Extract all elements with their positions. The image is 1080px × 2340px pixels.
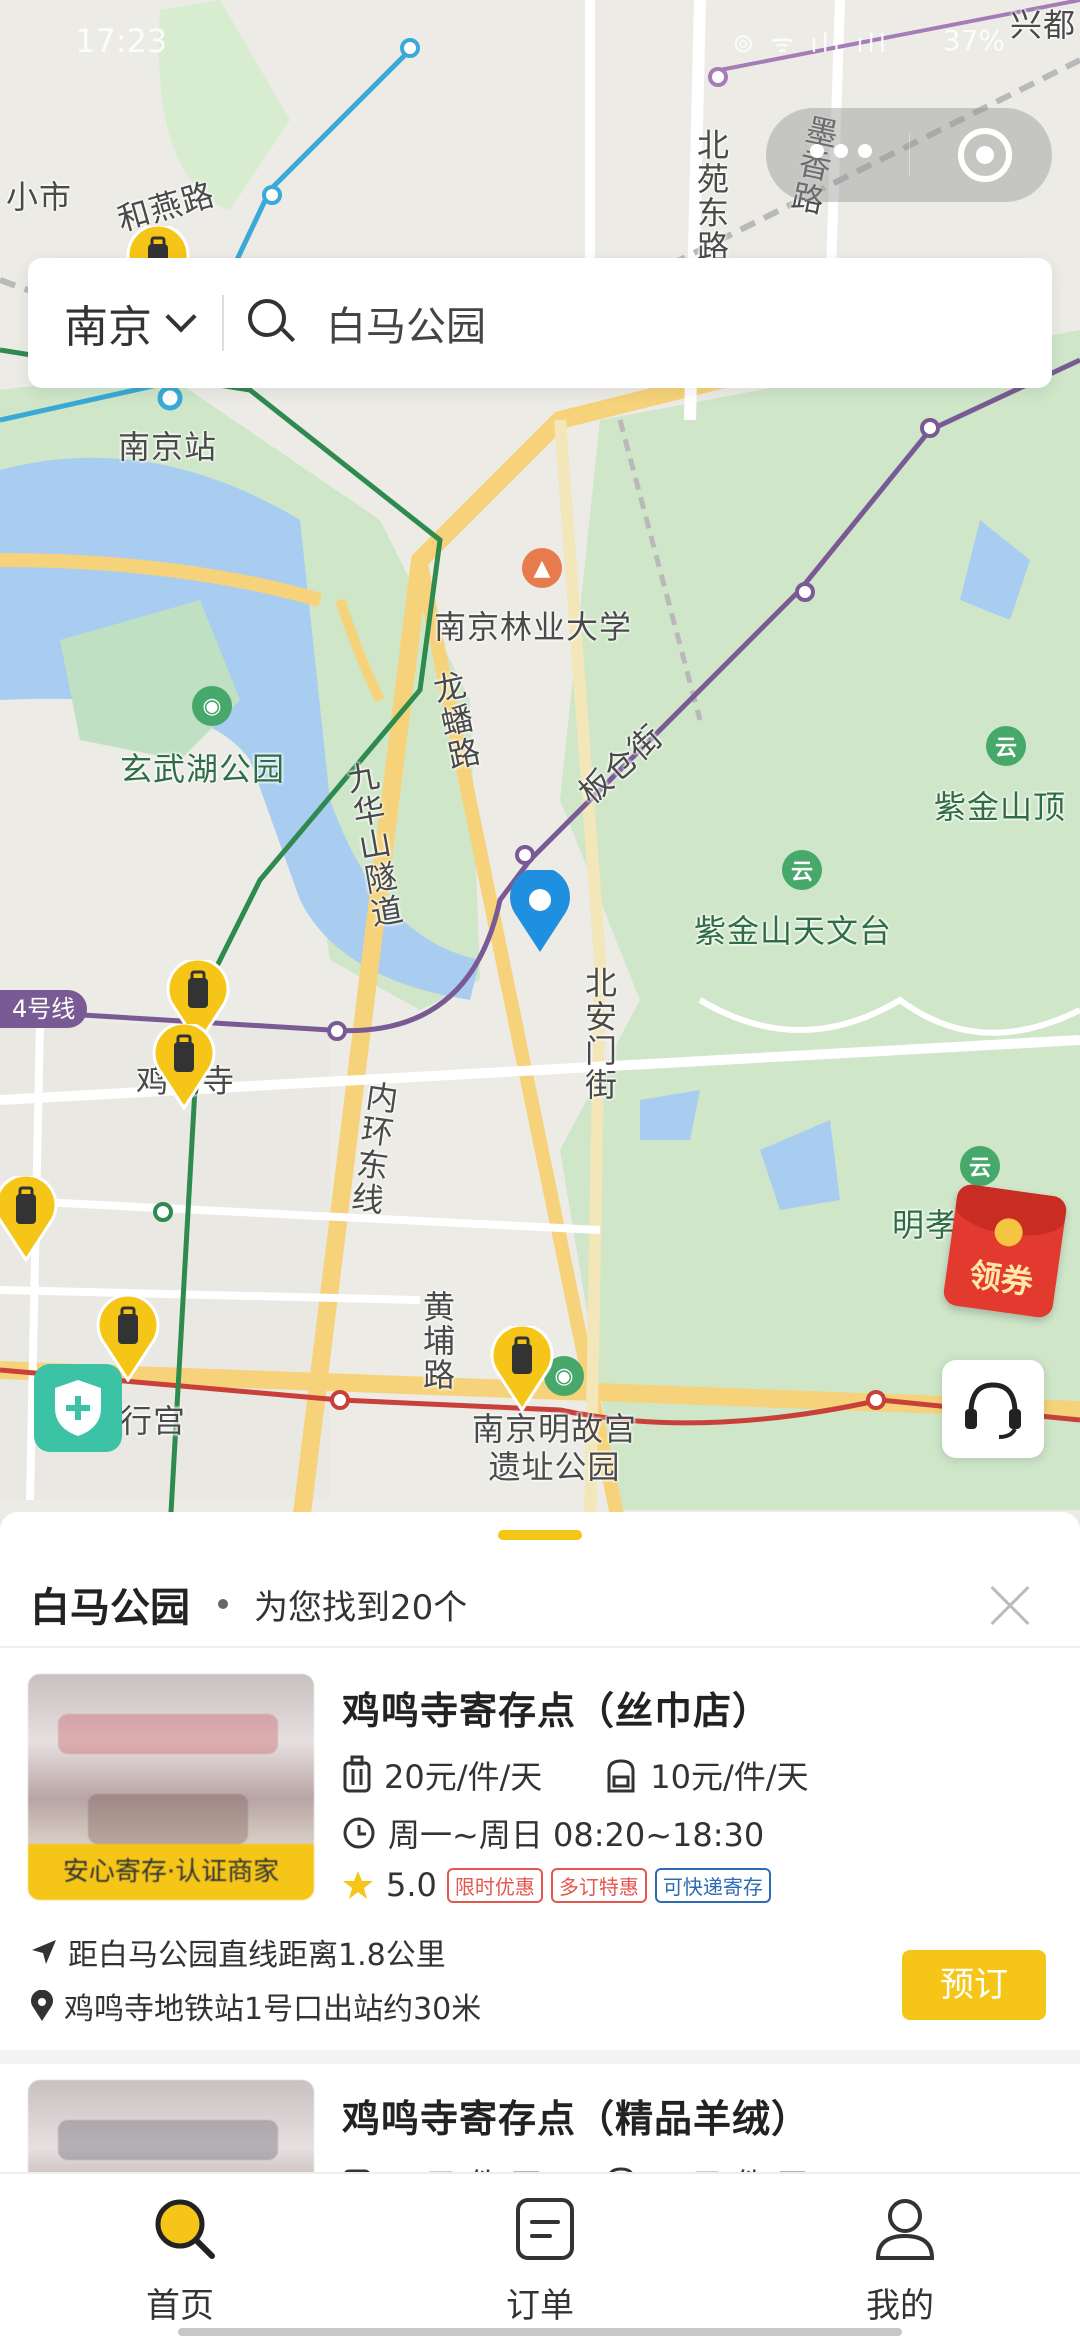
luggage-storage-pin[interactable] [152,1024,216,1110]
tab-mine[interactable]: 我的 [810,2196,990,2326]
city-selector[interactable]: 南京 [28,258,197,388]
scenic-spot-icon: 云 [782,850,822,890]
tab-home-label: 首页 [146,2286,214,2326]
park-icon: ◉ [192,686,232,726]
search-location-pin [510,870,570,952]
map-label: 小市 [6,178,73,216]
hours-row: 周一~周日 08:20~18:30 [342,1810,764,1856]
search-home-icon [155,2199,215,2259]
rating-value: 5.0 [386,1866,437,1904]
opening-hours: 周一~周日 08:20~18:30 [388,1816,765,1854]
metro-line-badge: 4号线 [0,990,88,1028]
map-label: 北安门街 [580,966,618,1102]
tag-express: 可快递寄存 [654,1867,771,1903]
tab-orders-label: 订单 [506,2286,574,2326]
destination-title: 白马公园 [30,1585,190,1631]
safety-shield-button[interactable] [34,1364,122,1452]
more-icon[interactable] [810,144,872,158]
tag-limited-offer: 限时优惠 [446,1867,543,1903]
miniprogram-capsule [766,108,1052,202]
orders-icon [516,2198,574,2260]
storage-card[interactable]: 鸡鸣寺寄存点（精品羊绒） 20元/件/天 10元/件/天 [0,2064,1080,2172]
customer-service-button[interactable] [942,1360,1044,1458]
store-name: 鸡鸣寺寄存点（丝巾店） [342,1689,772,1733]
divider [0,1646,1080,1648]
book-button[interactable]: 预订 [902,1950,1046,2020]
price-small-luggage: 10元/件/天 [650,1758,809,1796]
backpack-icon [607,1759,635,1793]
home-indicator[interactable] [178,2328,902,2336]
user-icon [875,2199,935,2260]
search-input[interactable]: 白马公园 [326,294,486,352]
price-large-luggage: 20元/件/天 [384,1758,543,1796]
store-name: 鸡鸣寺寄存点（精品羊绒） [342,2097,811,2141]
result-count: 为您找到20个 [254,1587,468,1628]
store-photo: 安心寄存·认证商家 [28,1674,314,1900]
coupon-red-packet[interactable]: 领券 [942,1182,1068,1320]
close-miniprogram-icon[interactable] [958,128,1012,182]
city-name: 南京 [64,302,152,353]
coupon-label: 领券 [966,1255,1036,1302]
status-bar: 17:23 ⊚ ᯤ ıll ıll 37% [0,10,1080,70]
battery-level: 37% [942,24,1005,57]
luggage-storage-pin[interactable] [490,1326,554,1412]
map-view[interactable]: ▲ ◉ 云 云 云 ◉ 小市 和燕路 南京站 北苑东路 墨香路 南京林业大学 龙… [0,0,1080,1530]
map-label: 北苑东路 [692,128,730,264]
status-time: 17:23 [75,22,168,60]
tab-home[interactable]: 首页 [90,2196,270,2326]
headset-icon [965,1382,1021,1439]
map-label: 黄埔路 [418,1290,456,1392]
price-small-luggage: 10元/件/天 [650,2160,808,2172]
navigation-arrow-icon [32,1940,56,1964]
map-label: 行宫 [120,1402,187,1440]
price-large-luggage: 20元/件/天 [384,2160,542,2172]
university-icon: ▲ [522,548,562,588]
tab-mine-label: 我的 [866,2286,934,2326]
store-photo [28,2080,314,2172]
location-row: 鸡鸣寺地铁站1号口出站约30米 [30,1984,481,2028]
certified-badge: 安心寄存·认证商家 [28,1844,314,1900]
distance-row: 距白马公园直线距离1.8公里 [30,1930,446,1974]
distance-text: 距白马公园直线距离1.8公里 [68,1938,446,1973]
shield-icon [55,1380,101,1436]
map-label: 南京站 [118,428,218,466]
location-text: 鸡鸣寺地铁站1号口出站约30米 [64,1992,482,2027]
backpack-icon [609,2167,633,2172]
capsule-divider [909,134,910,176]
search-icon [248,299,296,347]
clock-icon [343,1817,375,1849]
tab-orders[interactable]: 订单 [450,2196,630,2326]
scenic-spot-icon: 云 [986,726,1026,766]
suitcase-icon [343,1755,371,1793]
card-separator [0,2050,1080,2064]
rating-row: 5.0 限时优惠 多订特惠 可快递寄存 [342,1866,771,1904]
separator-dot [218,1599,228,1609]
map-label: 南京明故宫 遗址公园 [472,1410,638,1486]
chevron-down-icon [165,301,197,333]
luggage-storage-pin[interactable] [0,1176,58,1262]
tag-multi-order: 多订特惠 [550,1867,647,1903]
map-label: 紫金山顶 [934,788,1067,826]
signal-icon: ⊚ ᯤ ıll ıll [732,29,890,59]
search-bar: 南京 白马公园 [28,258,1052,388]
scenic-spot-icon: 云 [960,1146,1000,1186]
map-label: 紫金山天文台 [694,912,893,950]
star-icon [343,1871,373,1899]
price-row: 20元/件/天 10元/件/天 [342,1752,809,1798]
bottom-tab-bar: 首页 订单 我的 [0,2172,1080,2340]
price-row: 20元/件/天 10元/件/天 [342,2160,809,2172]
suitcase-icon [344,2169,370,2172]
close-icon[interactable] [988,1584,1032,1628]
sheet-header: 白马公园 为您找到20个 [30,1564,1050,1644]
location-pin-icon [31,1990,53,2021]
search-divider [222,295,224,351]
map-label: 南京林业大学 [434,608,633,646]
map-label: 玄武湖公园 [120,750,286,788]
sheet-drag-handle[interactable] [498,1530,582,1540]
